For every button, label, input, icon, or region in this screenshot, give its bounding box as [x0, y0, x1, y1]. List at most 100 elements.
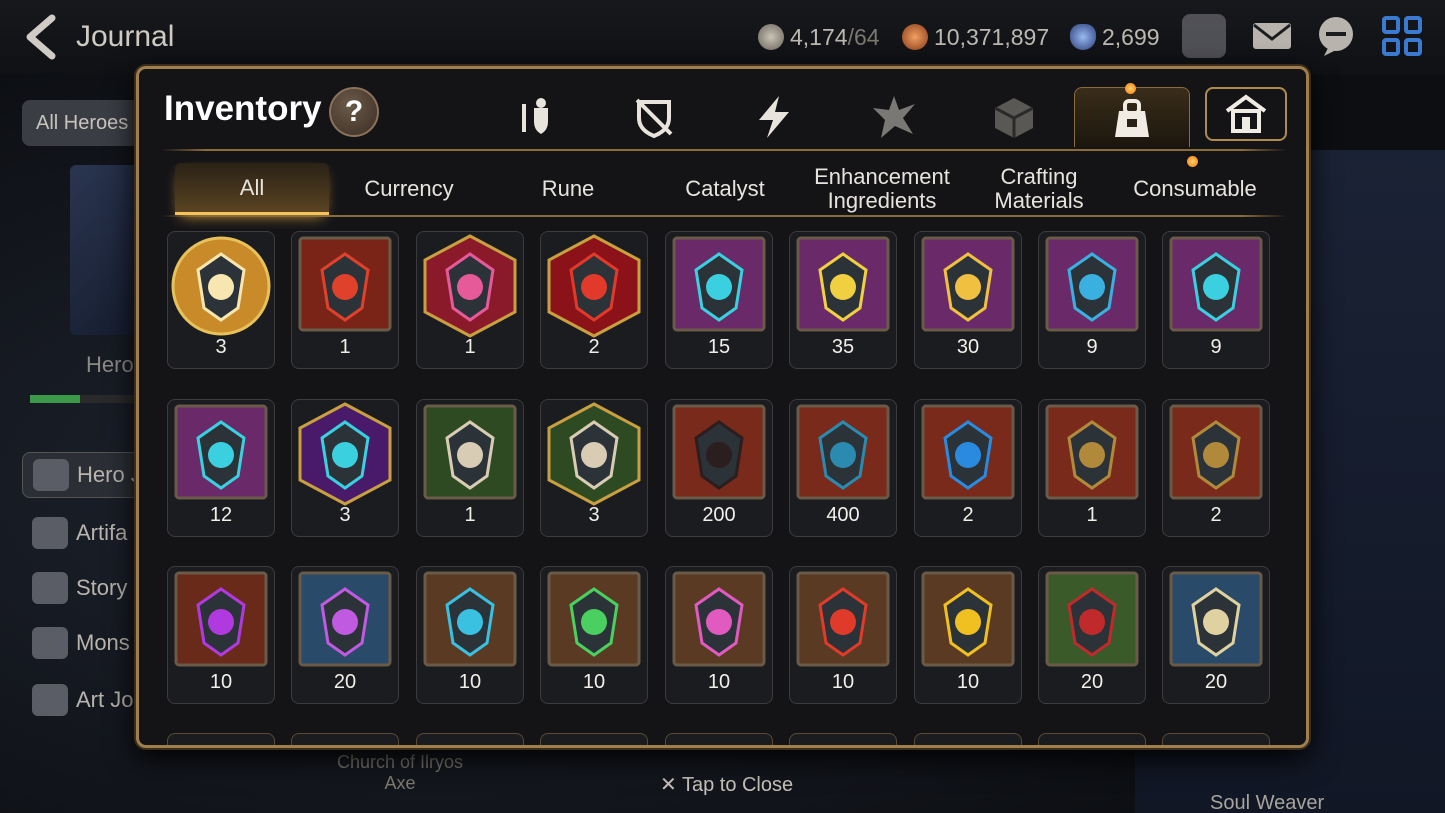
inventory-item-partial[interactable] — [291, 733, 399, 745]
inventory-item[interactable]: 30 — [914, 231, 1022, 369]
gold-value: 10,371,897 — [934, 23, 1050, 50]
back-icon[interactable] — [22, 14, 62, 60]
unequip-gear-icon[interactable] — [609, 91, 699, 143]
inventory-item[interactable]: 10 — [540, 566, 648, 704]
monster-icon — [32, 627, 68, 659]
pink-orb-icon — [672, 571, 766, 667]
skystone-value: 2,699 — [1102, 23, 1160, 50]
red-crystal-icon — [547, 234, 641, 338]
inventory-item[interactable]: 1 — [416, 231, 524, 369]
palette-icon — [32, 684, 68, 716]
chat-icon[interactable] — [1314, 14, 1358, 58]
inventory-item-partial[interactable] — [1162, 733, 1270, 745]
inventory-item[interactable]: 12 — [167, 399, 275, 537]
inventory-item[interactable]: 20 — [291, 566, 399, 704]
tab-enhancement-ingredients[interactable]: Enhancement Ingredients — [803, 163, 961, 215]
game-screen: Journal 4,174 /64 10,371,897 2,699 All H… — [0, 0, 1445, 813]
stamina-counter[interactable]: 4,174 /64 — [758, 22, 880, 52]
inventory-item-partial[interactable] — [914, 733, 1022, 745]
item-quantity: 10 — [831, 671, 855, 693]
bolt-rune-icon — [796, 236, 890, 332]
item-quantity: 2 — [588, 336, 600, 358]
inventory-item[interactable]: 2 — [1162, 399, 1270, 537]
bag-icon[interactable] — [1074, 87, 1190, 147]
item-quantity: 3 — [588, 504, 600, 526]
item-quantity: 20 — [1080, 671, 1104, 693]
inventory-item-partial[interactable] — [167, 733, 275, 745]
sword-rune-icon — [672, 236, 766, 332]
inventory-item-partial[interactable] — [540, 733, 648, 745]
tab-rune[interactable]: Rune — [489, 163, 647, 215]
star-rune-icon — [298, 402, 392, 506]
artifact-icon[interactable] — [849, 91, 939, 143]
item-quantity: 1 — [1086, 504, 1098, 526]
item-quantity: 9 — [1210, 336, 1222, 358]
all-heroes-filter[interactable]: All Heroes — [22, 100, 152, 146]
cube-icon[interactable] — [969, 91, 1059, 143]
inventory-item[interactable]: 1 — [291, 231, 399, 369]
item-quantity: 1 — [464, 336, 476, 358]
gold-icon — [902, 24, 928, 50]
help-button[interactable]: ? — [329, 87, 379, 137]
inventory-item-partial[interactable] — [416, 733, 524, 745]
lightning-icon[interactable] — [729, 91, 819, 143]
tab-catalyst[interactable]: Catalyst — [647, 163, 803, 215]
notification-dot — [1125, 83, 1136, 94]
scroll-icon — [32, 572, 68, 604]
inventory-item-partial[interactable] — [789, 733, 897, 745]
collection-progress — [30, 395, 140, 403]
skystone-icon — [1070, 24, 1096, 50]
inventory-item[interactable]: 3 — [540, 399, 648, 537]
inventory-item[interactable]: 10 — [167, 566, 275, 704]
house-icon[interactable] — [1205, 87, 1287, 141]
inventory-item[interactable]: 15 — [665, 231, 773, 369]
gold-chest-icon — [1045, 404, 1139, 500]
yellow-orb-icon — [921, 571, 1015, 667]
inventory-item[interactable]: 20 — [1162, 566, 1270, 704]
tab-consumable[interactable]: Consumable — [1117, 163, 1273, 215]
inventory-item[interactable]: 2 — [914, 399, 1022, 537]
herb-icon — [1169, 571, 1263, 667]
inventory-item[interactable]: 10 — [914, 566, 1022, 704]
background-item-label: Church of Ilryos Axe — [336, 752, 464, 793]
item-quantity: 10 — [707, 671, 731, 693]
inventory-item-partial[interactable] — [665, 733, 773, 745]
inventory-item[interactable]: 10 — [789, 566, 897, 704]
tab-currency[interactable]: Currency — [329, 163, 489, 215]
shop-icon[interactable] — [1182, 14, 1226, 58]
inventory-item[interactable]: 1 — [416, 399, 524, 537]
sidebar-item-monster[interactable]: Mons — [22, 620, 152, 666]
inventory-item[interactable]: 3 — [291, 399, 399, 537]
sword-stone-icon — [423, 404, 517, 500]
inventory-item[interactable]: 10 — [416, 566, 524, 704]
inventory-item-partial[interactable] — [1038, 733, 1146, 745]
item-quantity: 20 — [1204, 671, 1228, 693]
item-quantity: 10 — [956, 671, 980, 693]
inventory-item[interactable]: 400 — [789, 399, 897, 537]
inventory-item[interactable]: 20 — [1038, 566, 1146, 704]
gold-counter[interactable]: 10,371,897 — [902, 22, 1049, 52]
item-quantity: 20 — [333, 671, 357, 693]
sidebar-item-artifact[interactable]: Artifa — [22, 510, 152, 556]
inventory-item[interactable]: 9 — [1162, 231, 1270, 369]
sidebar-item-story[interactable]: Story — [22, 565, 152, 611]
tap-to-close[interactable]: ✕ Tap to Close — [660, 772, 793, 797]
inventory-item[interactable]: 200 — [665, 399, 773, 537]
mail-icon[interactable] — [1250, 14, 1294, 58]
sidebar-item-hero-journal[interactable]: Hero J — [22, 452, 152, 498]
inventory-item[interactable]: 10 — [665, 566, 773, 704]
hero-gear-icon[interactable] — [492, 91, 582, 143]
stamina-icon — [758, 24, 784, 50]
skystone-counter[interactable]: 2,699 — [1070, 22, 1160, 52]
sidebar-item-art-journal[interactable]: Art Jo — [22, 677, 152, 723]
inventory-item[interactable]: 3 — [167, 231, 275, 369]
menu-grid-icon[interactable] — [1380, 14, 1424, 58]
tab-crafting-materials[interactable]: Crafting Materials — [961, 163, 1117, 215]
purple-moon-gem-icon — [174, 571, 268, 667]
item-quantity: 400 — [826, 504, 860, 526]
inventory-item[interactable]: 1 — [1038, 399, 1146, 537]
inventory-item[interactable]: 9 — [1038, 231, 1146, 369]
tab-all[interactable]: All — [175, 163, 329, 215]
inventory-item[interactable]: 2 — [540, 231, 648, 369]
inventory-item[interactable]: 35 — [789, 231, 897, 369]
